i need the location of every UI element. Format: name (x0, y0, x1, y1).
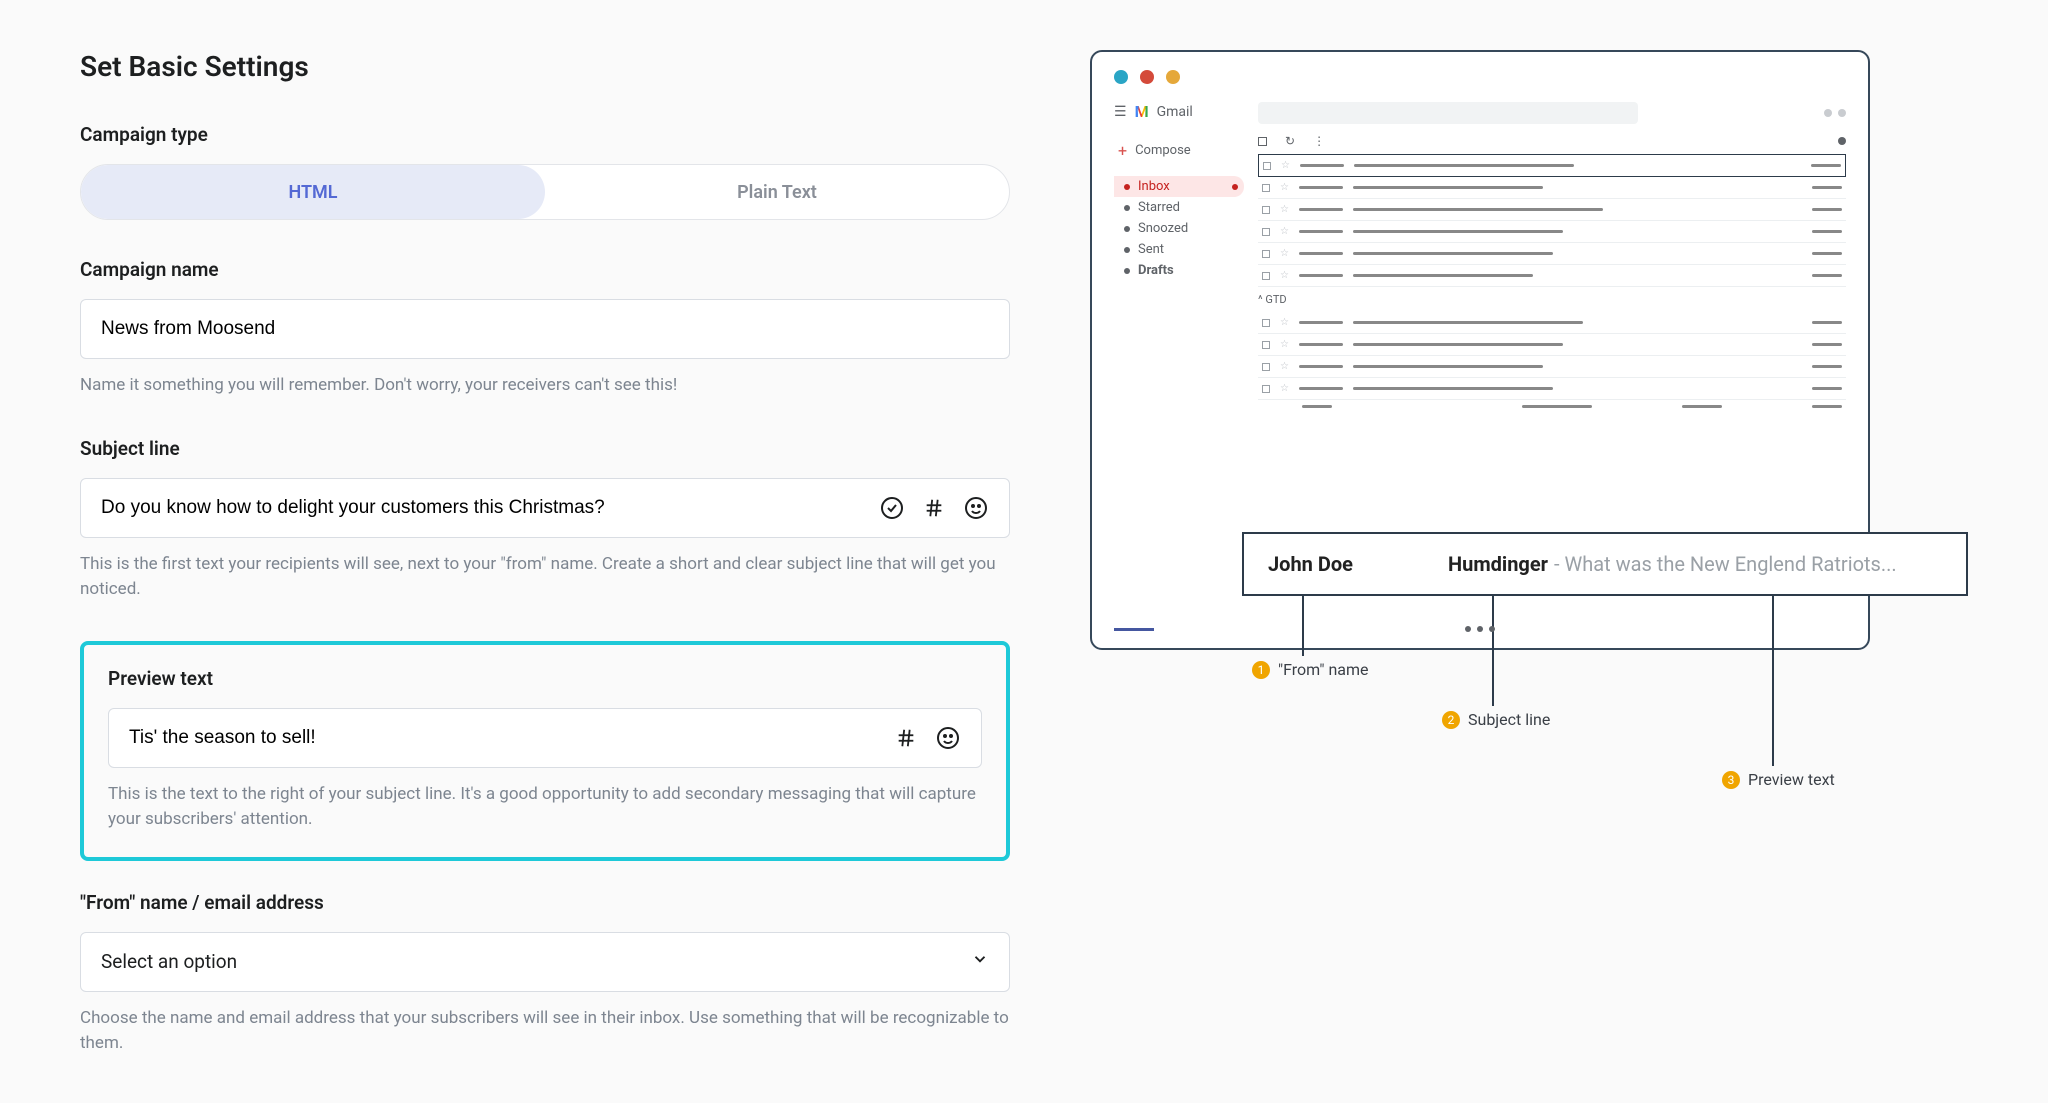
from-helper: Choose the name and email address that y… (80, 1006, 1010, 1057)
mail-row: ☆ (1258, 154, 1846, 177)
gmail-bottom-dots (1465, 626, 1495, 632)
preview-input-wrap (108, 708, 982, 768)
window-traffic-lights (1092, 52, 1868, 102)
from-select[interactable]: Select an option (80, 932, 1010, 992)
plus-icon: + (1118, 141, 1127, 160)
campaign-name-input-wrap (80, 299, 1010, 359)
legend-num-2: 2 (1442, 711, 1460, 729)
mail-row: ☆ (1258, 199, 1846, 221)
mail-row: ☆ (1258, 265, 1846, 287)
campaign-name-label: Campaign name (80, 258, 1010, 281)
campaign-name-input[interactable] (101, 318, 989, 340)
traffic-light-close (1114, 70, 1128, 84)
subject-group: Subject line This is the first text your… (80, 437, 1010, 603)
subject-input-wrap (80, 478, 1010, 538)
campaign-type-segmented: HTML Plain Text (80, 164, 1010, 220)
emoji-icon[interactable] (935, 725, 961, 751)
from-group: "From" name / email address Select an op… (80, 891, 1010, 1057)
campaign-type-label: Campaign type (80, 123, 1010, 146)
select-all-checkbox (1258, 137, 1267, 146)
chevron-down-icon (971, 950, 989, 973)
subject-input[interactable] (101, 497, 879, 519)
gmail-mock-window: ☰ M Gmail + Compose Inbox Starred Snooze… (1090, 50, 1870, 650)
campaign-name-group: Campaign name Name it something you will… (80, 258, 1010, 399)
legend-from: 1 "From" name (1252, 660, 1369, 679)
preview-highlight-box: Preview text This is the text to the rig… (80, 641, 1010, 861)
traffic-light-min (1140, 70, 1154, 84)
mail-row: ☆ (1258, 221, 1846, 243)
legend-num-3: 3 (1722, 771, 1740, 789)
compose-label: Compose (1135, 143, 1191, 158)
legend-num-1: 1 (1252, 661, 1270, 679)
gmail-m-icon: M (1135, 102, 1149, 121)
preview-label: Preview text (108, 667, 982, 690)
subject-label: Subject line (80, 437, 1010, 460)
subject-helper: This is the first text your recipients w… (80, 552, 1010, 603)
nav-drafts: Drafts (1114, 260, 1244, 281)
campaign-type-plain[interactable]: Plain Text (545, 165, 1009, 219)
refresh-icon: ↻ (1285, 134, 1295, 148)
gmail-main: ↻ ⋮ ☆ ☆ ☆ ☆ ☆ ☆ ^ GTD ☆ ☆ ☆ ☆ (1244, 102, 1846, 522)
nav-sent: Sent (1114, 239, 1244, 260)
mail-row: ☆ (1258, 243, 1846, 265)
campaign-type-group: Campaign type HTML Plain Text (80, 123, 1010, 220)
gmail-body: ☰ M Gmail + Compose Inbox Starred Snooze… (1092, 102, 1868, 522)
mail-row: ☆ (1258, 177, 1846, 199)
preview-input[interactable] (129, 727, 893, 749)
gmail-bottom-bar (1114, 626, 1846, 632)
gmail-brand: Gmail (1157, 104, 1193, 120)
hash-icon[interactable] (921, 495, 947, 521)
nav-starred: Starred (1114, 197, 1244, 218)
callout-preview: - What was the New Englend Ratriots... (1554, 552, 1897, 576)
mail-row (1258, 400, 1846, 413)
campaign-type-html[interactable]: HTML (81, 165, 545, 219)
more-icon: ⋮ (1313, 134, 1325, 148)
mail-row: ☆ (1258, 356, 1846, 378)
header-dots (1824, 109, 1846, 117)
hamburger-icon: ☰ (1114, 104, 1127, 120)
gmail-toolbar: ↻ ⋮ (1258, 134, 1846, 148)
from-label: "From" name / email address (80, 891, 1010, 914)
mail-row: ☆ (1258, 378, 1846, 400)
preview-helper: This is the text to the right of your su… (108, 782, 982, 833)
callout-from: John Doe (1268, 552, 1448, 576)
gmail-divider: ^ GTD (1258, 287, 1846, 312)
hash-icon[interactable] (893, 725, 919, 751)
search-bar (1258, 102, 1638, 124)
from-placeholder: Select an option (101, 950, 237, 973)
emoji-icon[interactable] (963, 495, 989, 521)
nav-inbox: Inbox (1114, 176, 1244, 197)
legend-preview: 3 Preview text (1722, 770, 1835, 789)
callout-preview-row: John Doe Humdinger - What was the New En… (1242, 532, 1968, 596)
mail-row: ☆ (1258, 334, 1846, 356)
page-title: Set Basic Settings (80, 50, 1010, 83)
gmail-sidebar: ☰ M Gmail + Compose Inbox Starred Snooze… (1114, 102, 1244, 522)
pager-dot (1838, 137, 1846, 145)
gmail-compose: + Compose (1114, 141, 1244, 160)
gmail-search-row (1258, 102, 1846, 124)
callout-subject: Humdinger (1448, 552, 1548, 576)
gmail-underline (1114, 628, 1154, 631)
campaign-name-helper: Name it something you will remember. Don… (80, 373, 1010, 399)
gmail-logo-row: ☰ M Gmail (1114, 102, 1244, 121)
traffic-light-max (1166, 70, 1180, 84)
spellcheck-icon[interactable] (879, 495, 905, 521)
nav-snoozed: Snoozed (1114, 218, 1244, 239)
gmail-nav: Inbox Starred Snoozed Sent Drafts (1114, 176, 1244, 281)
legend-subject: 2 Subject line (1442, 710, 1550, 729)
mail-row: ☆ (1258, 312, 1846, 334)
